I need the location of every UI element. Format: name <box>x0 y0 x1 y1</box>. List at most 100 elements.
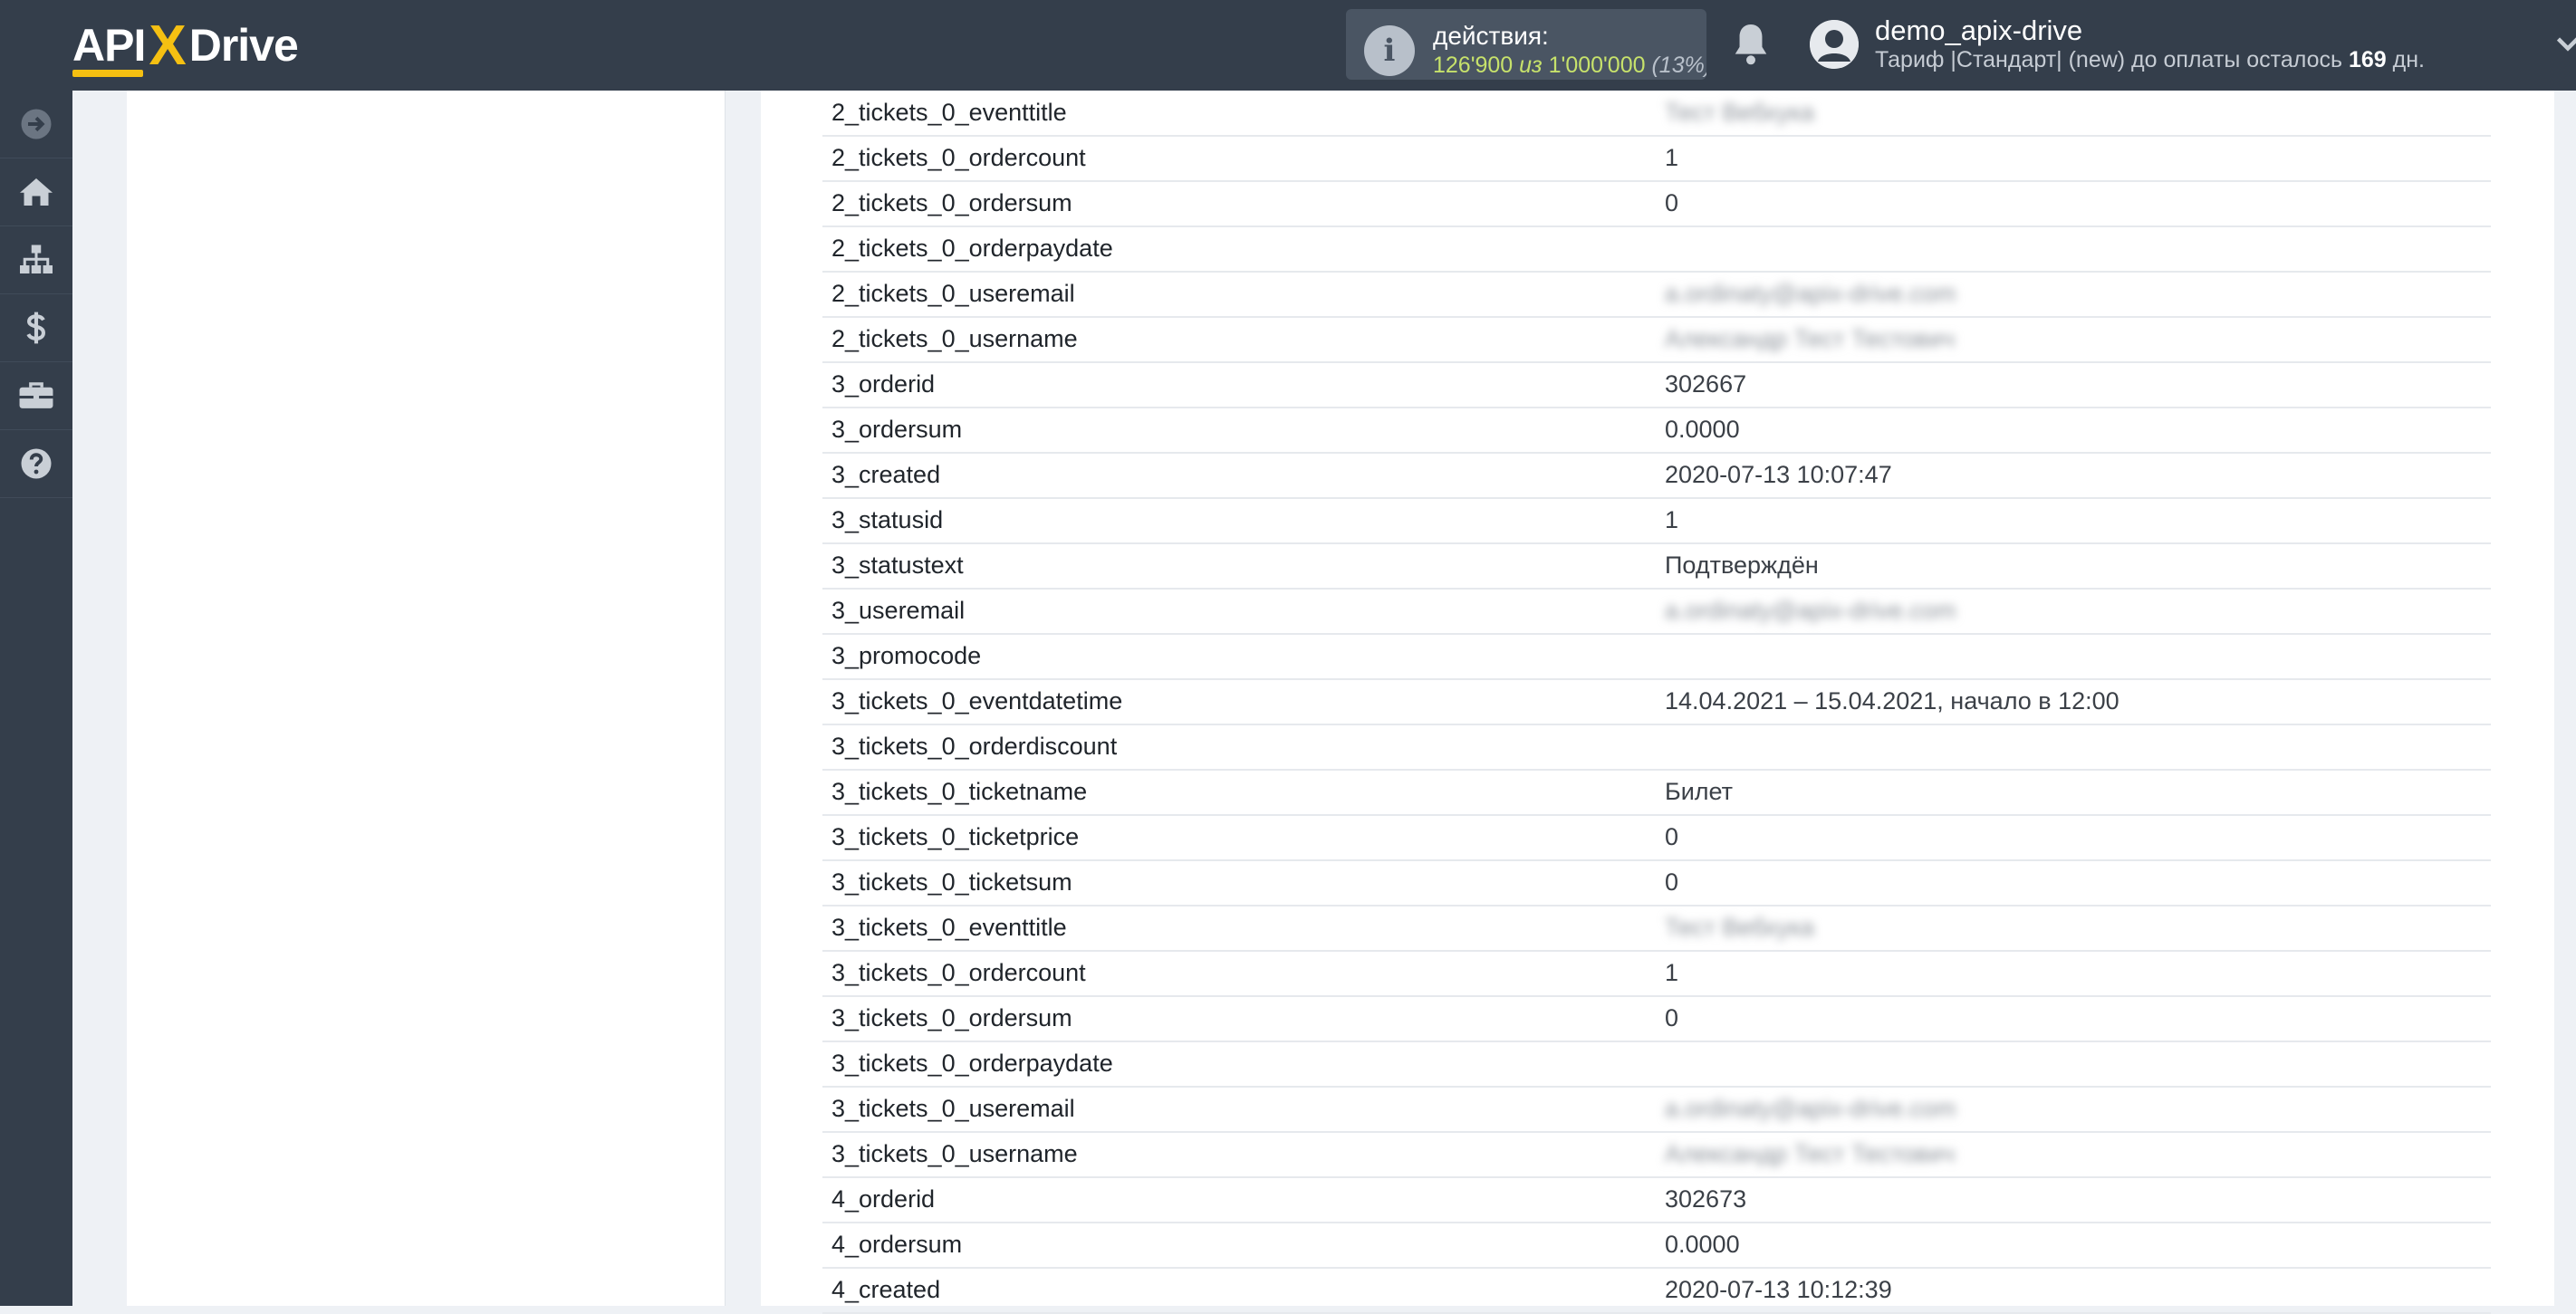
actions-counter[interactable]: i действия: 126'900 из 1'000'000 (13%) <box>1346 9 1706 80</box>
sidebar-item-collapse[interactable] <box>0 91 72 158</box>
bell-icon[interactable] <box>1730 20 1772 71</box>
table-row: 3_tickets_0_ordersum 0 <box>822 996 2491 1042</box>
field-name: 2_tickets_0_ordercount <box>831 144 1086 171</box>
table-row: 3_useremail a.ordinaty@apix-drive.com <box>822 589 2491 635</box>
sidebar <box>0 91 72 1306</box>
avatar[interactable] <box>1810 20 1859 69</box>
username[interactable]: demo_apix-drive <box>1875 14 2082 47</box>
field-value: 1 <box>1665 144 1679 171</box>
field-value: 0.0000 <box>1665 1231 1740 1258</box>
field-name: 3_tickets_0_ticketsum <box>831 868 1072 896</box>
table-row: 3_tickets_0_ordercount 1 <box>822 951 2491 997</box>
field-name: 3_tickets_0_eventdatetime <box>831 687 1123 715</box>
field-value: 302667 <box>1665 370 1747 398</box>
table-row: 2_tickets_0_useremail a.ordinaty@apix-dri… <box>822 272 2491 318</box>
table-row: 3_tickets_0_orderpaydate <box>822 1041 2491 1088</box>
sidebar-item-connections[interactable] <box>0 226 72 294</box>
field-name: 3_ordersum <box>831 416 963 443</box>
field-name: 2_tickets_0_orderpaydate <box>831 235 1113 262</box>
actions-used: 126'900 <box>1433 53 1514 78</box>
arrow-right-icon <box>21 109 52 139</box>
field-name: 3_tickets_0_orderdiscount <box>831 733 1118 760</box>
field-value: 0.0000 <box>1665 416 1740 443</box>
field-value: Подтверждён <box>1665 551 1819 579</box>
left-panel <box>127 91 726 1306</box>
field-name: 3_tickets_0_useremail <box>831 1095 1075 1122</box>
logo-text-drive: Drive <box>188 20 299 71</box>
field-name: 3_tickets_0_orderpaydate <box>831 1050 1113 1077</box>
field-name: 3_tickets_0_ticketname <box>831 778 1088 805</box>
table-row: 3_tickets_0_eventtitle Тест Вебхука <box>822 906 2491 952</box>
table-row: 3_promocode <box>822 634 2491 680</box>
logo-text-x: X <box>149 14 186 77</box>
table-row: 2_tickets_0_ordercount 1 <box>822 136 2491 182</box>
field-value: 302673 <box>1665 1185 1747 1213</box>
tariff-days: 169 <box>2348 47 2387 72</box>
field-name: 3_orderid <box>831 370 936 398</box>
field-name: 3_useremail <box>831 597 966 624</box>
field-name: 4_ordersum <box>831 1231 963 1258</box>
sidebar-item-home[interactable] <box>0 158 72 226</box>
actions-of: из <box>1519 53 1543 78</box>
table-row: 4_orderid 302673 <box>822 1177 2491 1223</box>
field-value: 1 <box>1665 506 1679 533</box>
field-value: 0 <box>1665 189 1679 216</box>
table-row: 3_tickets_0_useremail a.ordinaty@apix-dri… <box>822 1087 2491 1133</box>
field-name: 3_tickets_0_username <box>831 1140 1078 1167</box>
field-name: 3_statustext <box>831 551 964 579</box>
field-name: 3_tickets_0_ordersum <box>831 1004 1072 1031</box>
sidebar-item-help[interactable] <box>0 430 72 498</box>
field-value: 0 <box>1665 823 1679 850</box>
tariff-prefix: Тариф |Стандарт| (new) до оплаты осталос… <box>1875 47 2343 72</box>
sidebar-item-billing[interactable] <box>0 294 72 362</box>
field-value: 0 <box>1665 1004 1679 1031</box>
field-name: 3_tickets_0_eventtitle <box>831 914 1067 941</box>
field-name: 3_tickets_0_ticketprice <box>831 823 1080 850</box>
field-name: 3_created <box>831 461 941 488</box>
table-row: 3_tickets_0_username Александр Тест Тесто… <box>822 1132 2491 1178</box>
table-row: 2_tickets_0_username Александр Тест Тесто… <box>822 317 2491 363</box>
field-name: 2_tickets_0_ordersum <box>831 189 1072 216</box>
table-row: 3_orderid 302667 <box>822 362 2491 408</box>
field-value: 14.04.2021 – 15.04.2021, начало в 12:00 <box>1665 687 2119 715</box>
help-icon <box>21 448 52 479</box>
actions-usage: 126'900 из 1'000'000 (13%) <box>1433 53 1706 79</box>
table-row: 4_created 2020-07-13 10:12:39 <box>822 1268 2491 1314</box>
actions-total: 1'000'000 <box>1548 53 1646 78</box>
briefcase-icon <box>19 382 53 408</box>
apix-drive-logo[interactable]: API X Drive <box>72 13 299 78</box>
data-panel: 2_tickets_0_eventtitle Тест Вебхука 2_tick… <box>761 91 2554 1314</box>
field-name: 2_tickets_0_username <box>831 325 1078 352</box>
table-row: 3_statustext Подтверждён <box>822 543 2491 590</box>
table-row: 2_tickets_0_ordersum 0 <box>822 181 2491 227</box>
table-row: 3_ordersum 0.0000 <box>822 408 2491 454</box>
top-bar: API X Drive i действия: 126'900 из 1'000… <box>0 0 2576 91</box>
sidebar-item-tools[interactable] <box>0 362 72 430</box>
field-value: Александр Тест Тестович <box>1665 1140 1956 1167</box>
field-value: Тест Вебхука <box>1665 914 1815 941</box>
field-value: a.ordinaty@apix-drive.com <box>1665 280 1956 307</box>
field-value: a.ordinaty@apix-drive.com <box>1665 1095 1956 1122</box>
table-row: 2_tickets_0_orderpaydate <box>822 226 2491 273</box>
field-name: 3_statusid <box>831 506 944 533</box>
sitemap-icon <box>20 245 53 273</box>
field-name: 2_tickets_0_useremail <box>831 280 1075 307</box>
logo-text-api: API <box>72 20 146 77</box>
table-row: 3_statusid 1 <box>822 498 2491 544</box>
field-name: 4_orderid <box>831 1185 936 1213</box>
field-value: 1 <box>1665 959 1679 986</box>
table-row: 2_tickets_0_eventtitle Тест Вебхука <box>822 91 2491 137</box>
field-value: Билет <box>1665 778 1734 805</box>
field-name: 3_promocode <box>831 642 982 669</box>
field-name: 2_tickets_0_eventtitle <box>831 99 1067 126</box>
dollar-icon <box>26 312 45 344</box>
home-icon <box>20 178 53 206</box>
table-row: 3_tickets_0_eventdatetime 14.04.2021 – 15… <box>822 679 2491 725</box>
field-value: 2020-07-13 10:07:47 <box>1665 461 1892 488</box>
table-row: 3_tickets_0_ticketsum 0 <box>822 860 2491 906</box>
chevron-down-icon[interactable] <box>2554 31 2576 58</box>
table-row: 3_tickets_0_ticketname Билет <box>822 770 2491 816</box>
actions-label: действия: <box>1433 22 1549 50</box>
table-row: 3_tickets_0_orderdiscount <box>822 724 2491 771</box>
info-icon: i <box>1364 25 1415 76</box>
